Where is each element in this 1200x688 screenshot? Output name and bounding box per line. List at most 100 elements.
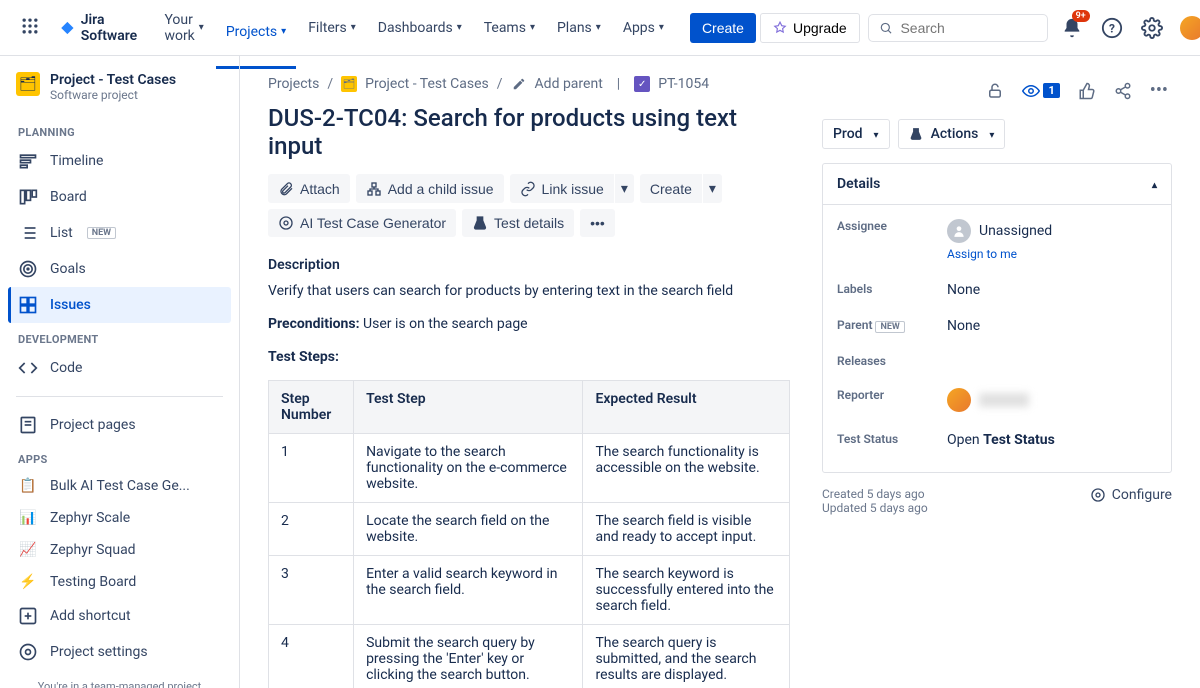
breadcrumb-projects[interactable]: Projects [268,76,319,92]
test-steps-heading: Test Steps: [268,349,339,365]
settings-icon[interactable] [1136,12,1168,44]
reporter-label: Reporter [837,388,947,402]
toolbar-more-button[interactable]: ••• [580,209,615,237]
development-list: Code [8,350,231,386]
more-actions-button[interactable]: ••• [1146,76,1172,105]
breadcrumb: Projects / 🗂 Project - Test Cases / Add … [268,76,790,92]
labels-value[interactable]: None [947,282,1157,298]
reporter-name-blurred [979,393,1029,407]
nav-apps[interactable]: Apps ▾ [613,4,674,52]
nav-teams[interactable]: Teams ▾ [474,4,545,52]
details-toggle[interactable]: Details [823,164,1171,205]
table-row: 4Submit the search query by pressing the… [269,625,790,688]
description-text[interactable]: Verify that users can search for product… [268,281,790,302]
help-icon[interactable]: ? [1096,12,1128,44]
details-panel: Details Assignee Unassigned Assign to me [822,163,1172,473]
svg-text:?: ? [1109,21,1115,35]
apps-section-title: APPS [8,443,231,470]
link-issue-dropdown[interactable]: ▾ [615,174,634,203]
sidebar-item-goals[interactable]: Goals [8,251,231,287]
sidebar-app-1[interactable]: 📊Zephyr Scale [8,502,231,534]
watch-button[interactable]: 1 [1018,78,1063,104]
project-subtitle: Software project [50,88,176,102]
table-row: 1Navigate to the search functionality on… [269,434,790,503]
nav-your-work[interactable]: Your work ▾ [154,4,213,52]
sidebar-project-pages[interactable]: Project pages [8,407,231,443]
preconditions-text: User is on the search page [363,316,528,332]
created-date: Created 5 days ago [822,487,928,501]
breadcrumb-issue-key[interactable]: PT-1054 [658,76,709,92]
upgrade-label: Upgrade [793,20,847,36]
sidebar-app-0[interactable]: 📋Bulk AI Test Case Ge... [8,470,231,502]
table-header: Step Number [269,381,354,434]
nav-filters[interactable]: Filters ▾ [298,4,366,52]
logo-text: Jira Software [81,12,143,44]
planning-section-title: PLANNING [8,116,231,143]
watch-count: 1 [1043,83,1059,98]
reporter-avatar [947,388,971,412]
sidebar-item-issues[interactable]: Issues [8,287,231,323]
nav-items: Your work ▾Projects ▾Filters ▾Dashboards… [154,4,674,52]
like-button[interactable] [1074,78,1100,104]
share-button[interactable] [1110,78,1136,104]
sidebar-item-board[interactable]: Board [8,179,231,215]
table-row: 3Enter a valid search keyword in the sea… [269,556,790,625]
lock-icon[interactable] [982,78,1008,104]
breadcrumb-add-parent[interactable]: Add parent [535,76,603,92]
search-input[interactable] [900,20,1036,36]
labels-label: Labels [837,282,947,296]
breadcrumb-project[interactable]: Project - Test Cases [365,76,489,92]
sidebar-footer-text: You're in a team-managed project [18,680,221,688]
test-details-button[interactable]: Test details [462,209,574,237]
upgrade-button[interactable]: Upgrade [760,13,860,43]
preconditions-label: Preconditions: [268,316,360,332]
sidebar-add-shortcut[interactable]: Add shortcut [8,598,231,634]
sidebar-item-code[interactable]: Code [8,350,231,386]
issue-title[interactable]: DUS-2-TC04: Search for products using te… [268,104,790,160]
assign-to-me-link[interactable]: Assign to me [947,247,1017,261]
link-issue-button[interactable]: Link issue [510,174,614,203]
attach-button[interactable]: Attach [268,174,350,203]
test-status-value[interactable]: Open Test Status [947,432,1157,448]
toolbar-create-button[interactable]: Create [640,174,702,203]
sidebar-project-settings[interactable]: Project settings [8,634,231,670]
notification-badge: 9+ [1072,10,1090,22]
search-box[interactable] [868,14,1048,42]
actions-dropdown[interactable]: Actions [898,119,1006,149]
ai-generator-button[interactable]: AI Test Case Generator [268,209,456,237]
nav-plans[interactable]: Plans ▾ [547,4,611,52]
test-steps-table: Step NumberTest StepExpected Result 1Nav… [268,380,790,688]
create-button[interactable]: Create [690,13,756,43]
nav-dashboards[interactable]: Dashboards ▾ [368,4,472,52]
sidebar: 🗂 Project - Test Cases Software project … [0,56,240,688]
sidebar-item-list[interactable]: ListNEW [8,215,231,251]
apps-list: 📋Bulk AI Test Case Ge...📊Zephyr Scale📈Ze… [8,470,231,598]
parent-label: Parent NEW [837,318,947,332]
table-header: Test Step [354,381,583,434]
status-dropdown[interactable]: Prod [822,119,890,149]
reporter-value[interactable] [947,388,1157,412]
toolbar-create-dropdown[interactable]: ▾ [703,174,722,203]
development-section-title: DEVELOPMENT [8,323,231,350]
profile-avatar[interactable] [1176,12,1200,44]
sidebar-app-2[interactable]: 📈Zephyr Squad [8,534,231,566]
releases-label: Releases [837,354,947,368]
assignee-value[interactable]: Unassigned [979,223,1052,239]
description-heading: Description [268,257,790,273]
jira-logo[interactable]: Jira Software [52,12,150,44]
project-title: Project - Test Cases [50,72,176,88]
notifications-icon[interactable]: 9+ [1056,12,1088,44]
table-row: 2Locate the search field on the website.… [269,503,790,556]
chevron-up-icon [1152,176,1157,192]
configure-button[interactable]: Configure [1090,487,1172,503]
updated-date: Updated 5 days ago [822,501,928,515]
add-child-button[interactable]: Add a child issue [356,174,504,203]
parent-value[interactable]: None [947,318,1157,334]
sidebar-item-timeline[interactable]: Timeline [8,143,231,179]
assignee-label: Assignee [837,219,947,233]
issue-type-icon: ✓ [634,76,650,92]
project-icon: 🗂 [16,72,40,96]
sidebar-app-3[interactable]: ⚡Testing Board [8,566,231,598]
app-switcher[interactable] [12,8,48,48]
project-icon-small: 🗂 [341,76,357,92]
